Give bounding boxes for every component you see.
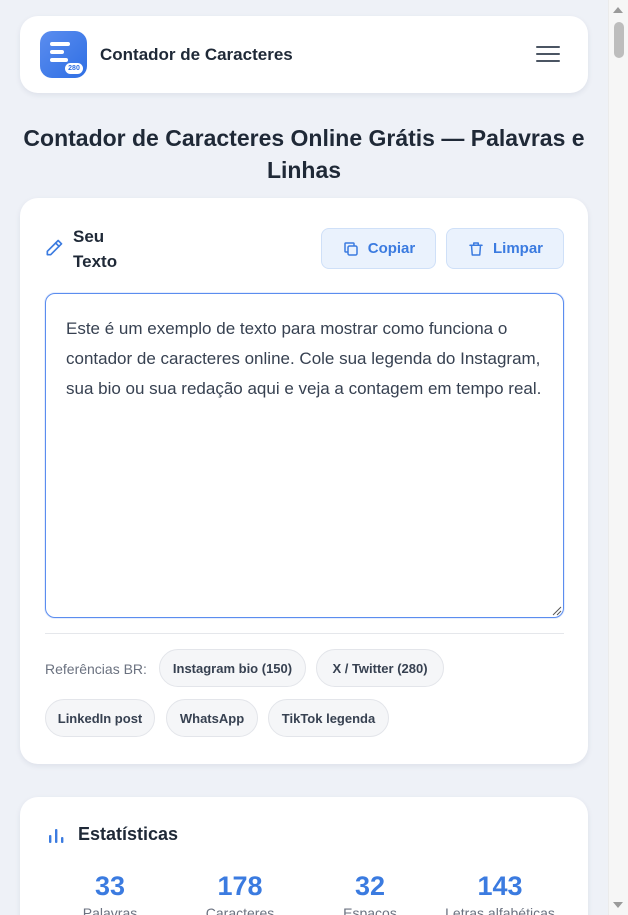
editor-label-line1: Seu <box>73 227 105 246</box>
stat-value: 143 <box>477 871 523 901</box>
logo-bar <box>50 42 70 46</box>
copy-button[interactable]: Copiar <box>321 228 436 269</box>
reference-chip[interactable]: TikTok legenda <box>268 699 389 737</box>
stat-label: Espaços <box>343 905 397 915</box>
page-title: Contador de Caracteres Online Grátis — P… <box>23 125 585 183</box>
stat-spaces: 32 Espaços <box>305 869 435 915</box>
app-title[interactable]: Contador de Caracteres <box>100 45 293 65</box>
logo-bar <box>50 58 68 62</box>
app-logo[interactable]: 280 <box>40 31 87 78</box>
stat-value: 32 <box>354 871 386 901</box>
stat-value: 33 <box>94 871 126 901</box>
divider <box>45 633 564 634</box>
bar-chart-icon <box>49 829 64 843</box>
app-header: 280 Contador de Caracteres <box>20 16 588 93</box>
resize-grip-icon[interactable] <box>552 606 562 616</box>
references-label: Referências BR: <box>45 661 147 677</box>
stat-label: Letras alfabéticas <box>445 905 555 915</box>
stat-label: Caracteres <box>205 905 275 915</box>
copy-button-label: Copiar <box>367 240 416 257</box>
reference-chip[interactable]: X / Twitter (280) <box>316 649 444 687</box>
stats-title: Estatísticas <box>78 824 179 844</box>
clear-button-label: Limpar <box>492 240 543 257</box>
copy-icon <box>343 241 358 256</box>
stat-value: 178 <box>217 871 263 901</box>
logo-bar <box>50 50 64 54</box>
editor-card: Seu Texto Copiar Limpar Este é um exempl… <box>20 198 588 764</box>
stat-characters: 178 Caracteres <box>175 869 305 915</box>
stat-words: 33 Palavras <box>45 869 175 915</box>
stat-letters: 143 Letras alfabéticas <box>435 869 565 915</box>
clear-button[interactable]: Limpar <box>446 228 564 269</box>
pencil-icon <box>46 239 63 256</box>
trash-icon <box>469 241 483 256</box>
editor-label-line2: Texto <box>73 252 118 271</box>
reference-chip[interactable]: LinkedIn post <box>45 699 155 737</box>
reference-chip[interactable]: Instagram bio (150) <box>159 649 306 687</box>
scroll-thumb[interactable] <box>614 22 624 58</box>
text-input[interactable]: Este é um exemplo de texto para mostrar … <box>45 293 564 618</box>
page-viewport: 280 Contador de Caracteres Contador de C… <box>0 0 608 915</box>
stat-label: Palavras <box>82 905 138 915</box>
stats-card: Estatísticas 33 Palavras 178 Caracteres … <box>20 797 588 915</box>
scrollbar[interactable] <box>608 0 628 915</box>
reference-chip[interactable]: WhatsApp <box>166 699 258 737</box>
hamburger-icon[interactable] <box>536 44 560 64</box>
scroll-up-icon[interactable] <box>613 7 623 13</box>
logo-badge: 280 <box>65 63 83 74</box>
scroll-down-icon[interactable] <box>613 902 623 908</box>
